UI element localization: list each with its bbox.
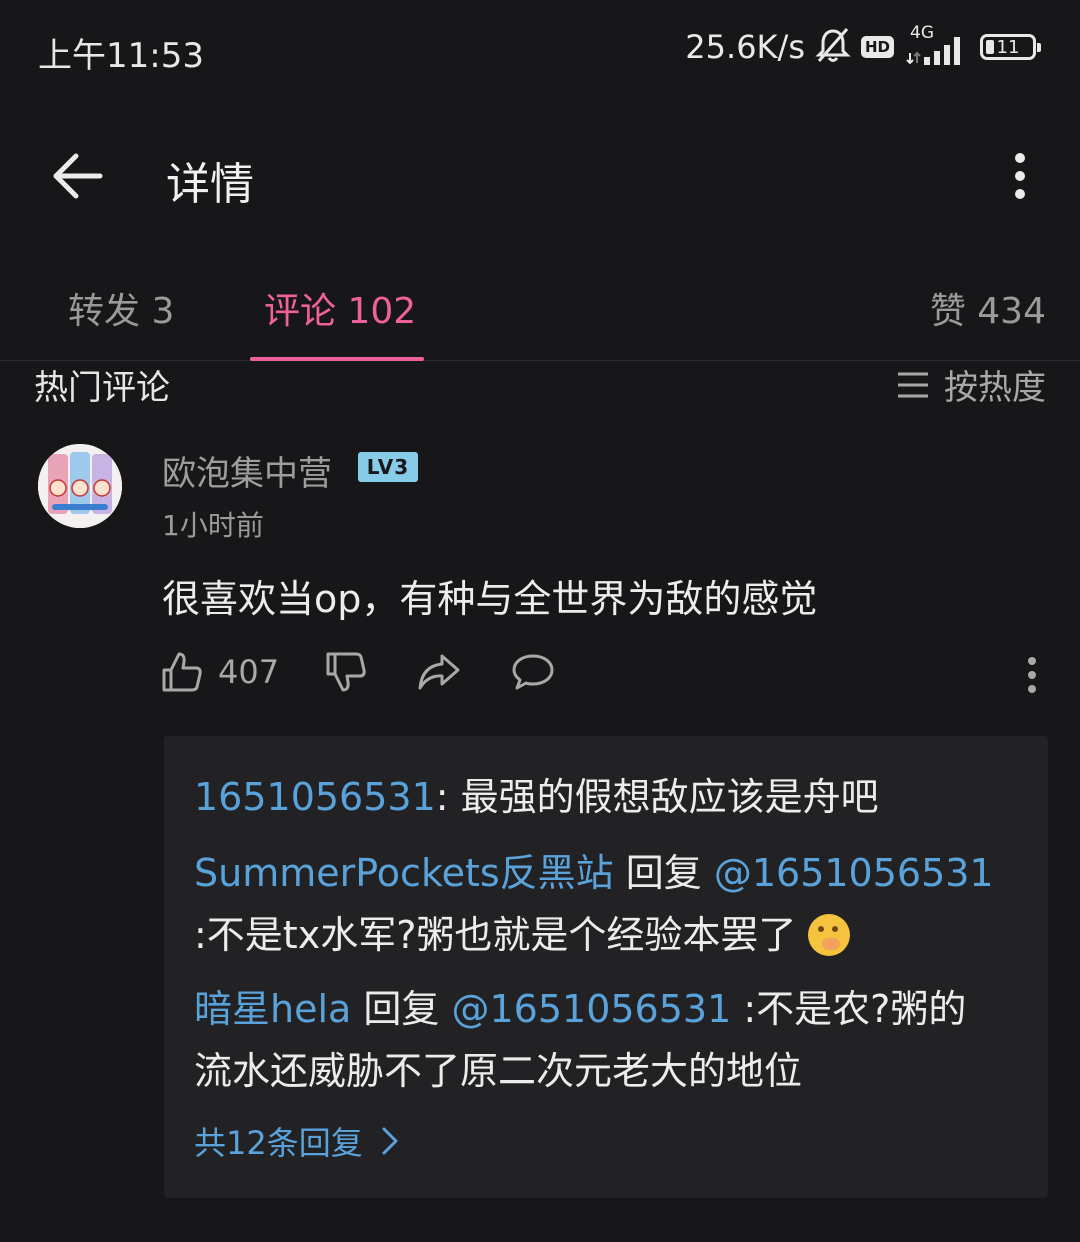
sort-label: 按热度 (944, 368, 1046, 408)
like-count: 407 (218, 653, 280, 691)
reply-separator: : (435, 775, 461, 819)
tab-comment[interactable]: 评论 102 (264, 282, 416, 334)
reply-item[interactable]: 暗星hela 回复 @1651056531 :不是农?粥的流水还威胁不了原二次元… (194, 978, 1004, 1102)
battery-level: 11 (996, 36, 1020, 58)
more-replies-label: 共12条回复 (194, 1124, 363, 1162)
comment-more-button[interactable] (1024, 656, 1040, 698)
more-vertical-icon (1015, 153, 1025, 199)
section-header: 热门评论 按热度 (0, 360, 1080, 408)
status-time: 上午11:53 (38, 36, 204, 76)
back-button[interactable] (48, 148, 108, 204)
chat-bubble-icon (512, 654, 554, 690)
menu-lines-icon (898, 372, 928, 397)
thumbs-down-icon (326, 652, 366, 692)
comment-actions: 407 (160, 650, 1040, 700)
tab-like[interactable]: 赞 434 (930, 282, 1046, 334)
thumbs-up-icon (162, 652, 202, 692)
dislike-button[interactable] (324, 650, 368, 694)
sort-button[interactable]: 按热度 (896, 360, 1046, 409)
comment-text: 很喜欢当op，有种与全世界为敌的感觉 (162, 577, 818, 621)
avatar[interactable] (38, 444, 122, 528)
reply-mention[interactable]: @1651056531 (714, 851, 994, 895)
avatar-image-icon (38, 444, 122, 528)
reply-item[interactable]: 1651056531: 最强的假想敌应该是舟吧 (194, 766, 1004, 828)
reply-mention[interactable]: @1651056531 (451, 987, 731, 1031)
reply-username[interactable]: 1651056531 (194, 775, 436, 819)
reply-button[interactable] (510, 650, 556, 694)
arrow-left-icon (53, 153, 103, 199)
tab-bar: 转发 3 评论 102 赞 434 (0, 268, 1080, 361)
section-title: 热门评论 (34, 368, 170, 408)
signal-icon: 4G (904, 23, 970, 67)
page-title: 详情 (166, 159, 254, 210)
level-badge: LV3 (358, 452, 418, 482)
reply-verb: 回复 (351, 987, 452, 1031)
battery-icon: 11 (980, 34, 1041, 60)
reply-username[interactable]: 暗星hela (194, 987, 351, 1031)
hd-badge: HD (860, 36, 894, 58)
comment-time: 1小时前 (162, 509, 264, 542)
covering-mouth-emoji-icon (808, 914, 851, 956)
status-icons: 25.6K/s HD 4G 11 (685, 23, 1041, 68)
reply-verb: 回复 (613, 851, 714, 895)
more-options-button[interactable] (1000, 144, 1040, 208)
more-vertical-icon (1028, 657, 1036, 693)
view-all-replies-link[interactable]: 共12条回复 (194, 1118, 399, 1164)
app-bar: 详情 (0, 120, 1080, 230)
chevron-right-icon (382, 1127, 398, 1155)
reply-text: 最强的假想敌应该是舟吧 (460, 775, 879, 819)
status-bar: 上午11:53 25.6K/s HD 4G 11 (0, 0, 1080, 100)
replies-panel: 1651056531: 最强的假想敌应该是舟吧 SummerPockets反黑站… (164, 736, 1048, 1198)
tab-repost[interactable]: 转发 3 (68, 282, 174, 334)
share-button[interactable] (416, 650, 462, 694)
share-arrow-icon (418, 654, 460, 690)
comment-username[interactable]: 欧泡集中营 (162, 446, 332, 495)
reply-item[interactable]: SummerPockets反黑站 回复 @1651056531 :不是tx水军?… (194, 842, 1004, 966)
reply-username[interactable]: SummerPockets反黑站 (194, 851, 614, 895)
network-speed: 25.6K/s (685, 28, 805, 66)
like-button[interactable]: 407 (160, 650, 279, 694)
reply-text: :不是tx水军?粥也就是个经验本罢了 (194, 913, 797, 957)
mute-bell-icon (815, 26, 851, 68)
